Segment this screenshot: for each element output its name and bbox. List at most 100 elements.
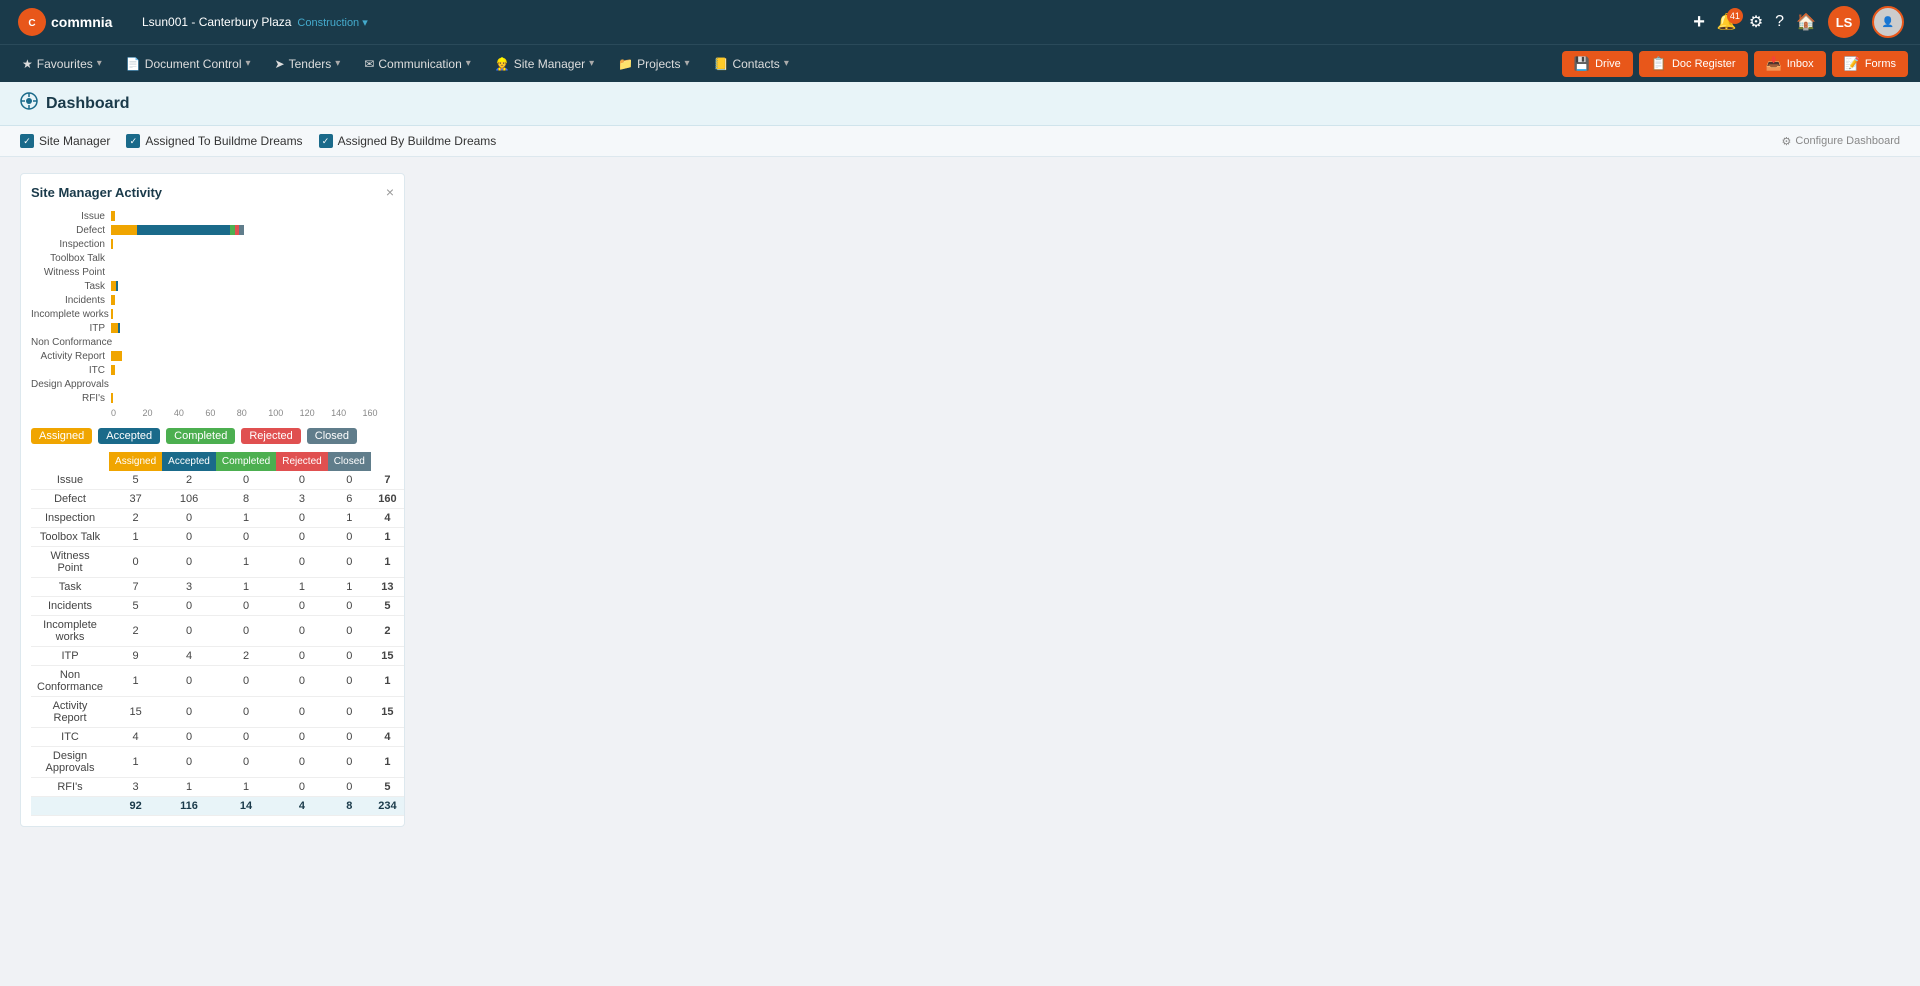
table-cell-value: 0 (328, 547, 371, 578)
table-cell-value: 0 (162, 597, 216, 616)
inbox-button[interactable]: 📥 Inbox (1754, 51, 1826, 77)
filter-assigned-to[interactable]: ✓ Assigned To Buildme Dreams (126, 134, 302, 148)
table-row[interactable]: Incidents500005 (31, 597, 404, 616)
table-row[interactable]: Witness Point001001 (31, 547, 404, 578)
help-button[interactable]: ? (1775, 13, 1784, 31)
quick-buttons: 💾 Drive 📋 Doc Register 📥 Inbox 📝 Forms (1562, 51, 1908, 77)
configure-dashboard-button[interactable]: ⚙ Configure Dashboard (1782, 135, 1900, 148)
chart-row-bars (111, 308, 394, 320)
chart-row: Defect (31, 224, 394, 236)
drive-button[interactable]: 💾 Drive (1562, 51, 1633, 77)
user-avatar[interactable]: LS (1828, 6, 1860, 38)
settings-button[interactable]: ⚙ (1749, 12, 1763, 32)
menu-bar: ★ Favourites ▾ 📄 Document Control ▾ ➤ Te… (0, 44, 1920, 82)
table-cell-value: 0 (162, 666, 216, 697)
table-cell-value: 1 (109, 528, 162, 547)
add-button[interactable]: + (1693, 11, 1705, 34)
legend-item[interactable]: Rejected (241, 428, 300, 444)
menu-item-site-manager[interactable]: 👷 Site Manager ▾ (485, 51, 604, 77)
chart-row-bars (111, 378, 394, 390)
project-tag: Construction ▾ (297, 16, 367, 29)
doc-register-button[interactable]: 📋 Doc Register (1639, 51, 1748, 77)
table-row[interactable]: RFI's311005 (31, 778, 404, 797)
menu-item-projects[interactable]: 📁 Projects ▾ (608, 51, 699, 77)
table-cell-value: 0 (328, 697, 371, 728)
filter-site-manager[interactable]: ✓ Site Manager (20, 134, 110, 148)
menu-item-tenders[interactable]: ➤ Tenders ▾ (265, 51, 351, 77)
widget-close-button[interactable]: × (386, 184, 394, 200)
table-cell-value: 0 (216, 528, 276, 547)
chart-row: Inspection (31, 238, 394, 250)
table-row[interactable]: ITC400004 (31, 728, 404, 747)
chart-area: IssueDefectInspectionToolbox TalkWitness… (31, 210, 394, 418)
table-header-assigned: Assigned (109, 452, 162, 471)
legend-item[interactable]: Closed (307, 428, 357, 444)
menu-item-document-control[interactable]: 📄 Document Control ▾ (116, 51, 261, 77)
table-row[interactable]: Non Conformance100001 (31, 666, 404, 697)
table-cell-value: 1 (216, 578, 276, 597)
table-row[interactable]: Toolbox Talk100001 (31, 528, 404, 547)
table-row[interactable]: Defect37106836160 (31, 490, 404, 509)
legend-item[interactable]: Accepted (98, 428, 160, 444)
filter-assigned-by[interactable]: ✓ Assigned By Buildme Dreams (319, 134, 497, 148)
menu-item-favourites[interactable]: ★ Favourites ▾ (12, 51, 112, 77)
legend-item[interactable]: Assigned (31, 428, 92, 444)
table-cell-total: 1 (371, 547, 404, 578)
user-profile-pic[interactable]: 👤 (1872, 6, 1904, 38)
table-cell-value: 0 (276, 509, 327, 528)
table-cell-value: 0 (276, 747, 327, 778)
bar-segment (116, 281, 118, 291)
logo[interactable]: C commnia (16, 6, 126, 38)
bar-segment (111, 211, 115, 221)
table-cell-value: 0 (216, 616, 276, 647)
table-cell-value: 0 (216, 471, 276, 490)
chart-row-bars (111, 294, 394, 306)
table-total-cell: 8 (328, 797, 371, 816)
bar-segment (239, 225, 244, 235)
table-total-cell: 234 (371, 797, 404, 816)
notifications-button[interactable]: 🔔 41 (1717, 12, 1737, 32)
table-row[interactable]: ITP9420015 (31, 647, 404, 666)
table-cell-total: 2 (371, 616, 404, 647)
table-row[interactable]: Task7311113 (31, 578, 404, 597)
drive-icon: 💾 (1574, 56, 1590, 72)
table-cell-value: 1 (216, 547, 276, 578)
bar-segment (118, 323, 120, 333)
table-total-cell: 92 (109, 797, 162, 816)
checkbox-assigned-to[interactable]: ✓ (126, 134, 140, 148)
table-row[interactable]: Inspection201014 (31, 509, 404, 528)
table-cell-value: 0 (216, 697, 276, 728)
svg-text:C: C (28, 18, 35, 29)
site-manager-activity-widget: Site Manager Activity × IssueDefectInspe… (20, 173, 405, 827)
menu-item-contacts[interactable]: 📒 Contacts ▾ (704, 51, 799, 77)
table-cell-value: 0 (328, 528, 371, 547)
top-navigation: C commnia Lsun001 - Canterbury Plaza Con… (0, 0, 1920, 44)
page-header: Dashboard (0, 82, 1920, 126)
chart-row-bars (111, 224, 394, 236)
chart-row: Non Conformance (31, 336, 394, 348)
table-cell-value: 0 (328, 728, 371, 747)
table-total-cell (31, 797, 109, 816)
table-row[interactable]: Activity Report15000015 (31, 697, 404, 728)
legend-item[interactable]: Completed (166, 428, 235, 444)
checkbox-site-manager[interactable]: ✓ (20, 134, 34, 148)
table-cell-total: 13 (371, 578, 404, 597)
forms-button[interactable]: 📝 Forms (1832, 51, 1908, 77)
table-cell-value: 0 (162, 528, 216, 547)
table-cell-label: Incomplete works (31, 616, 109, 647)
chart-row: ITC (31, 364, 394, 376)
table-row[interactable]: Incomplete works200002 (31, 616, 404, 647)
table-row[interactable]: Issue520007 (31, 471, 404, 490)
home-button[interactable]: 🏠 (1796, 12, 1816, 32)
menu-item-communication[interactable]: ✉ Communication ▾ (354, 51, 480, 77)
axis-tick: 80 (237, 408, 268, 418)
table-cell-value: 0 (162, 547, 216, 578)
checkbox-assigned-by[interactable]: ✓ (319, 134, 333, 148)
table-row[interactable]: Design Approvals100001 (31, 747, 404, 778)
table-cell-value: 3 (109, 778, 162, 797)
table-cell-value: 0 (276, 528, 327, 547)
chart-row-label: Issue (31, 211, 111, 222)
table-cell-value: 0 (276, 647, 327, 666)
table-cell-total: 1 (371, 666, 404, 697)
chart-row: Incomplete works (31, 308, 394, 320)
